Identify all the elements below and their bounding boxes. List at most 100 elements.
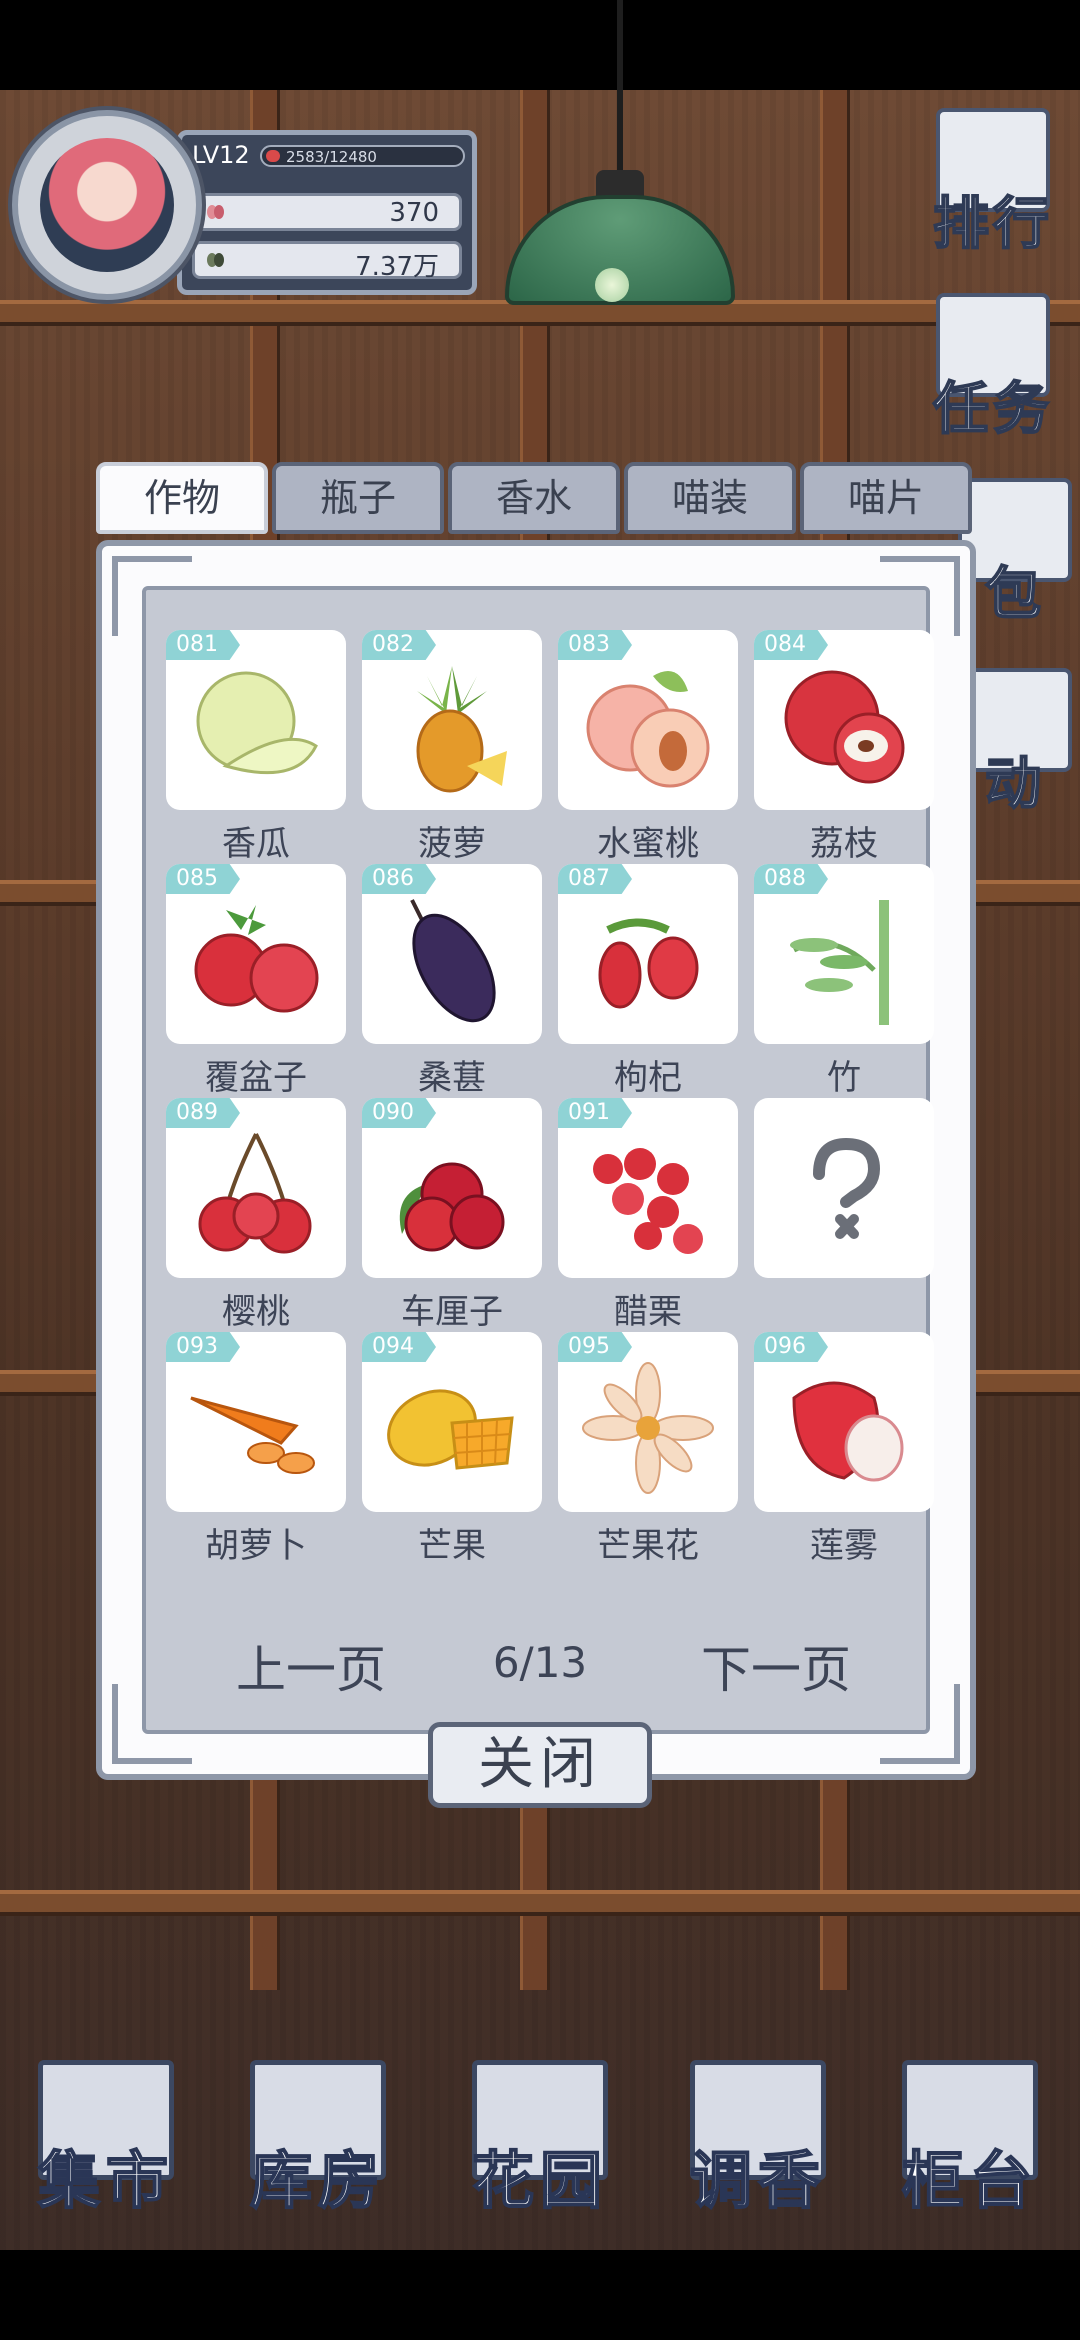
tab-bottles[interactable]: 瓶子 (272, 462, 444, 534)
leaf-currency: 7.37万 (192, 241, 462, 282)
item-name: 莲雾 (810, 1526, 878, 1566)
nav-label: 调香 (689, 2143, 826, 2218)
tab-crops[interactable]: 作物 (96, 462, 268, 534)
close-button[interactable]: 关闭 (428, 1722, 652, 1808)
item-name: 菠萝 (418, 824, 486, 864)
level-label: LV12 (192, 141, 250, 169)
item-card[interactable]: 088 竹 (754, 864, 934, 1098)
avatar-frame (12, 110, 202, 300)
task-button[interactable]: 任务 (918, 285, 1068, 445)
item-number: 090 (362, 1098, 436, 1128)
goji-icon (598, 918, 699, 1009)
item-number: 096 (754, 1332, 828, 1362)
item-name: 荔枝 (810, 824, 878, 864)
item-number: 083 (558, 630, 632, 660)
item-card[interactable]: 081 香瓜 (166, 630, 346, 864)
stats-panel: LV12 2583/12480 370 7.37万 (177, 130, 477, 295)
item-number: 082 (362, 630, 436, 660)
item-card[interactable]: 087 枸杞 (558, 864, 738, 1098)
bottom-nav: 集市 库房 花园 调香 柜台 (0, 2040, 1080, 2230)
collection-tabs: 作物 瓶子 香水 喵装 喵片 (96, 462, 976, 534)
item-card[interactable]: 095 芒果花 (558, 1332, 738, 1566)
nav-label: 花园 (471, 2143, 608, 2218)
petal-currency: 370 (192, 193, 462, 231)
item-card[interactable]: 084 荔枝 (754, 630, 934, 864)
item-number: 088 (754, 864, 828, 894)
pineapple-icon (416, 666, 507, 793)
mango-flower-icon (582, 1362, 714, 1494)
item-card[interactable]: 091 醋栗 (558, 1098, 738, 1332)
item-card[interactable]: 090 车厘子 (362, 1098, 542, 1332)
pagination: 上一页 6/13 下一页 (146, 1630, 934, 1700)
question-mark-icon (813, 1137, 881, 1239)
item-name: 桑葚 (418, 1058, 486, 1098)
item-number: 087 (558, 864, 632, 894)
ranking-label: 排行 (932, 191, 1053, 258)
next-page-button[interactable]: 下一页 (701, 1630, 851, 1702)
heart-icon (266, 150, 280, 162)
nav-warehouse-button[interactable]: 库房 (228, 2060, 408, 2230)
collection-panel: 081 香瓜 082 菠萝 083 水蜜桃 084 荔枝 085 覆盆子 086… (96, 540, 976, 1780)
avatar (40, 138, 174, 272)
player-profile[interactable]: LV12 2583/12480 370 7.37万 (12, 110, 477, 300)
mango-icon (387, 1389, 514, 1470)
mulberry-icon (410, 899, 496, 1023)
item-name: 醋栗 (614, 1292, 682, 1332)
lamp-bulb (595, 268, 629, 302)
item-name: 胡萝卜 (205, 1526, 307, 1566)
item-card[interactable]: 096 莲雾 (754, 1332, 934, 1566)
carrot-icon (190, 1396, 315, 1474)
item-number: 095 (558, 1332, 632, 1362)
item-card[interactable]: 089 樱桃 (166, 1098, 346, 1332)
item-card[interactable]: 093 胡萝卜 (166, 1332, 346, 1566)
exp-text: 2583/12480 (286, 148, 377, 166)
nav-counter-button[interactable]: 柜台 (880, 2060, 1060, 2230)
tab-cat-cards[interactable]: 喵片 (800, 462, 972, 534)
item-card[interactable]: 083 水蜜桃 (558, 630, 738, 864)
panel-inner: 081 香瓜 082 菠萝 083 水蜜桃 084 荔枝 085 覆盆子 086… (142, 586, 934, 1734)
tab-perfume[interactable]: 香水 (448, 462, 620, 534)
wax-apple-icon (792, 1381, 904, 1482)
lamp-cap (596, 170, 644, 198)
leaf-value: 7.37万 (355, 252, 439, 282)
item-name: 水蜜桃 (597, 824, 699, 864)
sweet-cherry-icon (399, 1162, 505, 1252)
item-number: 086 (362, 864, 436, 894)
item-card[interactable]: 086 桑葚 (362, 864, 542, 1098)
item-name: 芒果花 (597, 1526, 699, 1566)
item-name: 覆盆子 (205, 1058, 307, 1098)
exp-bar: 2583/12480 (260, 145, 465, 167)
raspberry-icon (194, 905, 319, 1013)
item-name: 车厘子 (401, 1292, 503, 1332)
bamboo-icon (790, 900, 889, 1025)
cherry-icon (198, 1133, 312, 1254)
item-number: 094 (362, 1332, 436, 1362)
item-number: 091 (558, 1098, 632, 1128)
nav-label: 柜台 (901, 2143, 1038, 2218)
item-number: 089 (166, 1098, 240, 1128)
item-card[interactable]: 085 覆盆子 (166, 864, 346, 1098)
nav-label: 库房 (249, 2143, 386, 2218)
peach-icon (586, 671, 710, 788)
item-card[interactable]: 094 芒果 (362, 1332, 542, 1566)
item-name: 香瓜 (222, 824, 290, 864)
item-number: 081 (166, 630, 240, 660)
ranking-button[interactable]: 排行 (918, 100, 1068, 260)
item-name: 樱桃 (222, 1292, 290, 1332)
lychee-icon (784, 670, 905, 784)
melon-icon (196, 671, 318, 775)
nav-perfume-button[interactable]: 调香 (668, 2060, 848, 2230)
currant-icon (593, 1148, 703, 1254)
nav-market-button[interactable]: 集市 (16, 2060, 196, 2230)
wood-shelf (0, 1890, 1080, 1916)
item-name: 竹 (827, 1058, 861, 1098)
task-label: 任务 (932, 376, 1053, 443)
petal-value: 370 (389, 198, 439, 228)
tab-cat-outfits[interactable]: 喵装 (624, 462, 796, 534)
locked-item-card[interactable] (754, 1098, 934, 1330)
lamp-cord (617, 0, 623, 180)
leaf-icon (207, 253, 224, 267)
nav-garden-button[interactable]: 花园 (450, 2060, 630, 2230)
item-name: 枸杞 (614, 1058, 682, 1098)
item-card[interactable]: 082 菠萝 (362, 630, 542, 864)
